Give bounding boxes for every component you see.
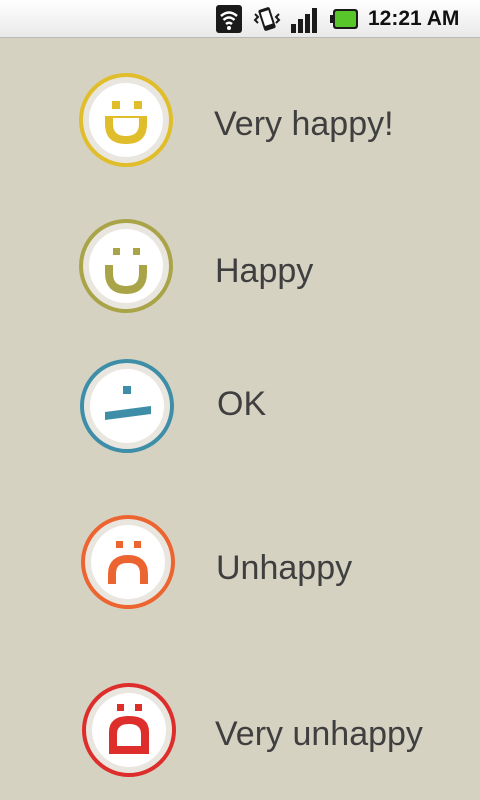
mood-item-very-unhappy[interactable]: Very unhappy xyxy=(0,670,480,790)
mood-item-happy[interactable]: Happy xyxy=(0,208,480,328)
mood-item-unhappy[interactable]: Unhappy xyxy=(0,508,480,628)
mood-label-happy: Happy xyxy=(215,252,314,290)
mood-item-very-happy[interactable]: Very happy! xyxy=(0,60,480,180)
status-bar: 12:21 AM xyxy=(0,0,480,38)
mood-label-unhappy: Unhappy xyxy=(216,549,353,587)
wifi-icon xyxy=(216,5,242,33)
mood-item-ok[interactable]: OK xyxy=(0,348,480,468)
mood-label-very-unhappy: Very unhappy xyxy=(215,715,423,753)
clock-time: 12:21 AM xyxy=(368,7,460,30)
vibrate-icon xyxy=(253,7,281,31)
mood-label-ok: OK xyxy=(217,385,267,423)
very-unhappy-face-icon xyxy=(81,682,177,778)
unhappy-face-icon xyxy=(80,514,176,610)
very-happy-face-icon xyxy=(78,72,174,168)
battery-icon xyxy=(330,9,358,29)
happy-face-icon xyxy=(78,218,174,314)
mood-label-very-happy: Very happy! xyxy=(214,105,394,143)
mood-list: Very happy! Happy OK Unhappy Very unhapp… xyxy=(0,38,480,800)
ok-face-icon xyxy=(79,358,175,454)
signal-icon xyxy=(291,8,317,33)
